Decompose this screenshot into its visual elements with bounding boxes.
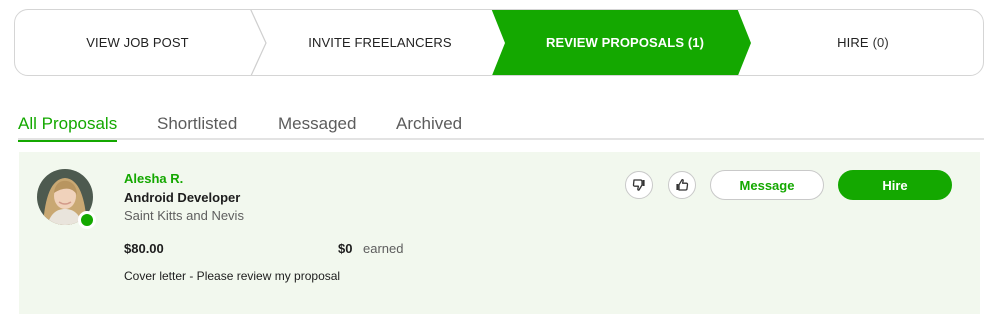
step-label: Review Proposals (1) [545, 35, 705, 50]
like-button[interactable] [668, 171, 696, 199]
message-button[interactable]: Message [710, 170, 824, 200]
tab-archived[interactable]: Archived [396, 114, 462, 140]
tab-all-proposals[interactable]: All Proposals [18, 114, 118, 142]
step-count: (0) [872, 35, 889, 50]
hourly-rate: $80.00 [124, 241, 164, 256]
freelancer-name[interactable]: Alesha R. [124, 171, 183, 186]
thumbs-down-icon [632, 179, 645, 191]
step-review-proposals[interactable]: Review Proposals (1) [507, 10, 743, 75]
dislike-button[interactable] [625, 171, 653, 199]
step-label: Hire [837, 35, 869, 50]
freelancer-title: Android Developer [124, 190, 241, 205]
step-hire[interactable]: Hire (0) [753, 10, 973, 75]
thumbs-up-icon [676, 179, 689, 191]
earned-label: earned [363, 241, 404, 256]
step-invite-freelancers[interactable]: Invite Freelancers [265, 10, 495, 75]
step-label: View Job Post [86, 35, 189, 50]
step-view-job-post[interactable]: View Job Post [15, 10, 260, 75]
tab-shortlisted[interactable]: Shortlisted [157, 114, 237, 140]
hire-button[interactable]: Hire [838, 170, 952, 200]
freelancer-location: Saint Kitts and Nevis [124, 208, 244, 223]
step-label: Invite Freelancers [308, 35, 452, 50]
tab-messaged[interactable]: Messaged [278, 114, 356, 140]
proposal-tabs: All Proposals Shortlisted Messaged Archi… [18, 114, 984, 142]
earned-amount: $0 [338, 241, 353, 256]
cover-letter: Cover letter - Please review my proposal [124, 269, 341, 283]
online-status-indicator [78, 211, 96, 229]
hiring-stepper: View Job Post Invite Freelancers Review … [14, 9, 984, 76]
proposal-card: Alesha R. Android Developer Saint Kitts … [19, 152, 980, 314]
